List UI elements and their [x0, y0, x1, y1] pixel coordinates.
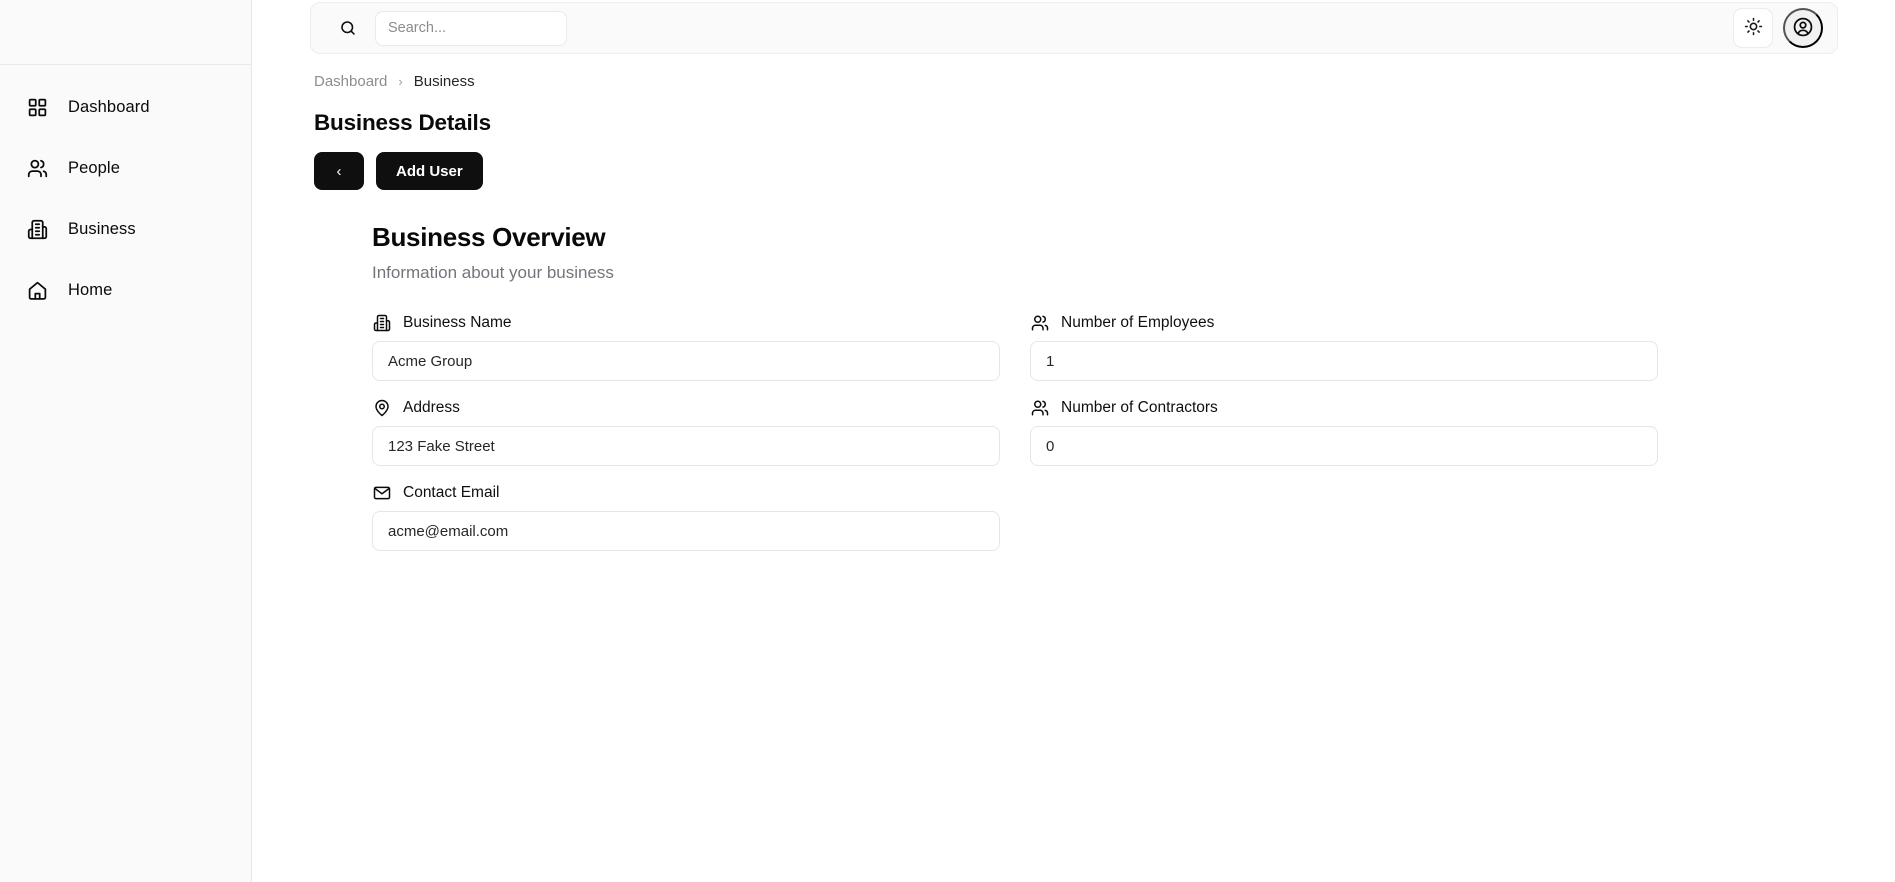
page-title: Business Details [314, 110, 491, 135]
home-icon [26, 279, 48, 301]
main-content: Dashboard › Business Business Details ‹ … [252, 0, 1895, 882]
sidebar-item-dashboard[interactable]: Dashboard [0, 87, 251, 127]
business-name-input[interactable] [372, 341, 1000, 381]
page-content: Dashboard › Business Business Details ‹ … [252, 68, 1895, 882]
field-business-name: Business Name [372, 313, 1000, 381]
contact-email-input[interactable] [372, 511, 1000, 551]
users-icon [1030, 398, 1049, 417]
field-address: Address [372, 398, 1000, 466]
field-label-row: Number of Contractors [1030, 398, 1658, 417]
field-label-row: Business Name [372, 313, 1000, 332]
field-number-of-contractors: Number of Contractors [1030, 398, 1658, 466]
number-of-contractors-input[interactable] [1030, 426, 1658, 466]
sun-icon [1744, 17, 1763, 39]
field-label-text: Address [403, 398, 460, 416]
sidebar-item-business[interactable]: Business [0, 209, 251, 249]
sidebar-item-label: People [68, 158, 120, 177]
sidebar-item-label: Dashboard [68, 97, 150, 116]
search-icon [339, 19, 357, 37]
form-spacer [1030, 483, 1658, 557]
user-circle-icon [1792, 16, 1814, 41]
field-label-row: Address [372, 398, 1000, 417]
form-column-left: Business Name Acme Group Address 123 Fak… [372, 313, 1000, 568]
overview-title: Business Overview [372, 222, 606, 252]
building-icon [372, 313, 391, 332]
business-form: Business Name Acme Group Address 123 Fak… [372, 313, 1895, 568]
search-input[interactable] [375, 10, 567, 46]
sidebar-item-label: Business [68, 219, 136, 238]
topbar [310, 2, 1838, 54]
overview-subtitle: Information about your business [372, 263, 614, 282]
map-pin-icon [372, 398, 391, 417]
breadcrumb-current[interactable]: Business [414, 73, 475, 90]
breadcrumb: Dashboard › Business [252, 68, 1895, 94]
chevron-right-icon: › [398, 73, 403, 89]
field-label-row: Number of Employees [1030, 313, 1658, 332]
form-column-right: Number of Employees 1 Number of Contract… [1030, 313, 1658, 568]
sidebar-header [0, 0, 251, 65]
field-label-row: Contact Email [372, 483, 1000, 502]
sidebar-item-home[interactable]: Home [0, 270, 251, 310]
back-button[interactable]: ‹ [314, 152, 364, 190]
field-contact-email: Contact Email [372, 483, 1000, 551]
sidebar: Dashboard People Business Home [0, 0, 252, 882]
mail-icon [372, 483, 391, 502]
number-of-employees-input[interactable] [1030, 341, 1658, 381]
field-label-text: Number of Contractors [1061, 398, 1218, 416]
field-label-text: Number of Employees [1061, 313, 1215, 331]
field-label-text: Contact Email [403, 483, 500, 501]
building-icon [26, 218, 48, 240]
sidebar-nav: Dashboard People Business Home [0, 65, 251, 331]
business-overview-section: Business Overview Information about your… [252, 222, 1895, 568]
page-actions: ‹ Add User [252, 152, 1895, 190]
field-label-text: Business Name [403, 313, 512, 331]
breadcrumb-parent[interactable]: Dashboard [314, 73, 387, 90]
users-icon [26, 157, 48, 179]
users-icon [1030, 313, 1049, 332]
theme-toggle-button[interactable] [1733, 8, 1773, 48]
sidebar-item-people[interactable]: People [0, 148, 251, 188]
grid-icon [26, 96, 48, 118]
address-input[interactable] [372, 426, 1000, 466]
add-user-button[interactable]: Add User [376, 152, 483, 190]
field-number-of-employees: Number of Employees [1030, 313, 1658, 381]
app-root: Dashboard People Business Home Search...… [0, 0, 1895, 882]
topbar-actions [1733, 8, 1827, 48]
sidebar-item-label: Home [68, 280, 113, 299]
account-button[interactable] [1783, 8, 1823, 48]
